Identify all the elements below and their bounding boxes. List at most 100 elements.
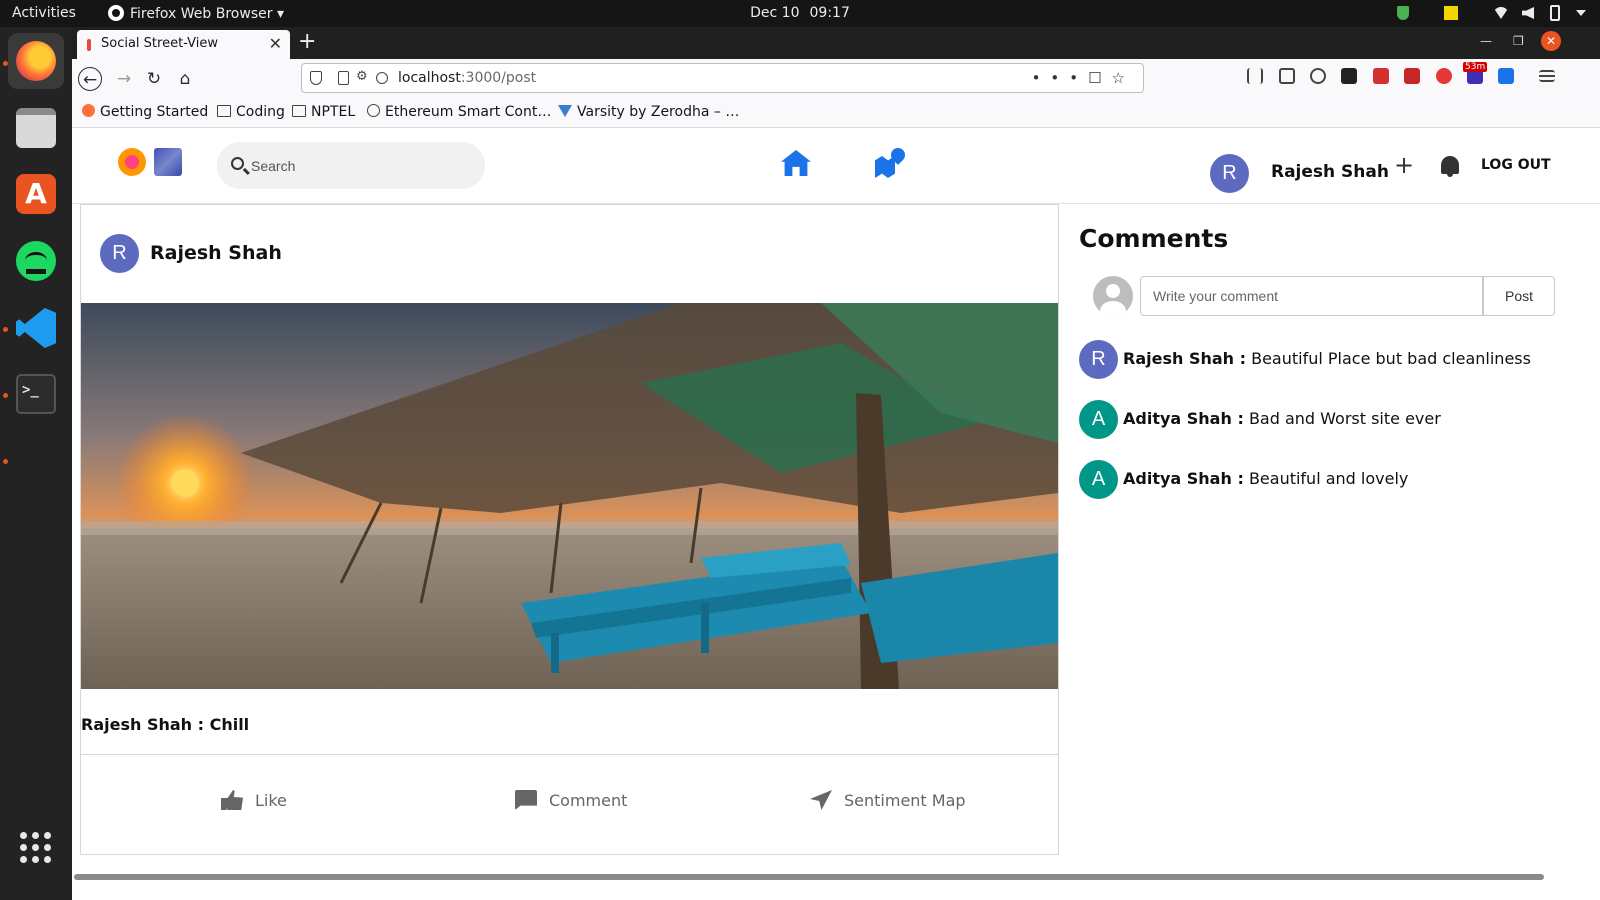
author-avatar[interactable]: R [100, 234, 139, 273]
window-maximize-icon[interactable]: ❐ [1513, 34, 1524, 48]
extension-badge: 53m [1463, 62, 1488, 72]
window-minimize-icon[interactable]: — [1480, 34, 1492, 48]
post-actions: Like Comment Sentiment Map [81, 754, 1058, 854]
bookmark-getting-started[interactable]: Getting Started [82, 104, 208, 120]
reload-icon[interactable]: ↻ [142, 67, 166, 91]
dock-files[interactable] [8, 100, 64, 156]
system-top-bar: Activities Firefox Web Browser ▾ Dec 10 0… [0, 0, 1600, 27]
volume-icon[interactable] [1522, 7, 1534, 19]
battery-icon[interactable] [1550, 5, 1560, 21]
translate-extension-icon[interactable] [1498, 68, 1514, 84]
dock-firefox[interactable] [8, 33, 64, 89]
post-caption: Rajesh Shah : Chill [81, 715, 250, 734]
window-close-icon[interactable]: ✕ [1541, 31, 1561, 51]
comment-author[interactable]: Aditya Shah : [1123, 469, 1244, 488]
bookmark-ethereum[interactable]: Ethereum Smart Cont… [367, 104, 551, 120]
page-actions[interactable]: •••☐☆ [1032, 69, 1135, 87]
sidebar-icon[interactable] [1279, 68, 1295, 84]
thumbs-up-icon [221, 790, 243, 810]
post-image [81, 303, 1058, 689]
extension-icon[interactable] [1373, 68, 1389, 84]
new-tab-icon[interactable]: + [298, 29, 316, 54]
dock-terminal[interactable]: >_ [8, 366, 64, 422]
comment-author[interactable]: Rajesh Shah : [1123, 349, 1246, 368]
system-menu-chevron-icon[interactable] [1576, 10, 1586, 16]
post-header: R Rajesh Shah [81, 205, 1058, 303]
bookmark-nptel[interactable]: NPTEL [292, 104, 355, 120]
folder-icon [217, 105, 231, 117]
running-indicator [3, 393, 8, 398]
extension-icon[interactable] [1341, 68, 1357, 84]
navigation-toolbar: ← → ↻ ⌂ ⚙ localhost:3000/post •••☐☆ 53m [72, 59, 1600, 98]
home-toolbar-icon[interactable]: ⌂ [173, 67, 197, 91]
comment-body: Beautiful Place but bad cleanliness [1251, 349, 1531, 368]
add-post-icon[interactable]: + [1394, 153, 1414, 177]
tab-close-icon[interactable]: ✕ [269, 34, 282, 53]
app-logo[interactable] [118, 148, 188, 178]
hamburger-menu-icon[interactable] [1539, 70, 1555, 82]
user-name[interactable]: Rajesh Shah [1271, 162, 1389, 182]
files-icon [16, 108, 56, 148]
sentiment-map-button[interactable]: Sentiment Map [810, 790, 966, 810]
map-icon[interactable] [875, 148, 905, 178]
bookmark-varsity[interactable]: Varsity by Zerodha – … [558, 104, 739, 120]
page-info-icon[interactable] [338, 71, 349, 85]
comment-input[interactable] [1140, 276, 1483, 316]
url-text[interactable]: localhost:3000/post [398, 70, 536, 86]
dock-spotify[interactable] [8, 233, 64, 289]
dock-vscode[interactable] [8, 300, 64, 356]
author-name[interactable]: Rajesh Shah [150, 242, 282, 264]
comment-author[interactable]: Aditya Shah : [1123, 409, 1244, 428]
tab-social-street-view[interactable]: Social Street-View ✕ [77, 30, 290, 59]
globe-icon [367, 104, 380, 117]
library-icon[interactable] [1247, 68, 1263, 84]
forward-icon[interactable]: → [112, 67, 136, 91]
back-icon[interactable]: ← [78, 67, 102, 91]
tab-strip: Social Street-View ✕ + — ❐ ✕ [72, 27, 1600, 59]
search-input[interactable] [251, 152, 471, 180]
search-box[interactable] [217, 142, 485, 189]
notes-tray-icon[interactable] [1444, 6, 1458, 20]
comment-item: A Aditya Shah : Beautiful and lovely [1079, 460, 1599, 500]
comment-author-avatar[interactable]: A [1079, 400, 1118, 439]
app-menu[interactable]: Firefox Web Browser ▾ [108, 5, 284, 22]
dock-software-store[interactable]: A [8, 166, 64, 222]
notification-bell-icon[interactable] [1441, 156, 1459, 177]
comment-button[interactable]: Comment [515, 790, 627, 810]
apps-grid-icon[interactable] [20, 832, 52, 864]
post-card: R Rajesh Shah Rajesh Shah: Chill Like C… [80, 204, 1059, 855]
url-bar[interactable]: ⚙ localhost:3000/post •••☐☆ [301, 63, 1144, 93]
tracking-protection-icon[interactable] [310, 71, 322, 85]
clock[interactable]: Dec 10 09:17 [750, 5, 850, 21]
folder-icon [292, 105, 306, 117]
comment-author-avatar[interactable]: R [1079, 340, 1118, 379]
logo-mark-icon [118, 148, 146, 176]
beach-sunset-photo [81, 303, 1058, 689]
bookmark-coding[interactable]: Coding [217, 104, 285, 120]
connection-icon[interactable] [376, 72, 388, 84]
comment-item: R Rajesh Shah : Beautiful Place but bad … [1079, 340, 1599, 380]
home-icon[interactable] [781, 150, 811, 176]
extension-icon[interactable] [1404, 68, 1420, 84]
screenshot-extension-icon[interactable] [1436, 68, 1452, 84]
shield-tray-icon[interactable] [1397, 6, 1409, 20]
activities-button[interactable]: Activities [12, 5, 76, 21]
horizontal-scrollbar[interactable] [74, 874, 1544, 880]
logo-map-icon [154, 148, 182, 176]
url-path: :3000/post [460, 70, 537, 86]
post-comment-button[interactable]: Post [1483, 276, 1555, 316]
like-button[interactable]: Like [221, 790, 287, 810]
like-label: Like [255, 791, 287, 810]
default-avatar-icon [1093, 276, 1133, 316]
comment-author-avatar[interactable]: A [1079, 460, 1118, 499]
permissions-icon[interactable]: ⚙ [356, 69, 368, 84]
comment-icon [515, 790, 537, 810]
wifi-icon[interactable] [1493, 7, 1509, 19]
avatar[interactable]: R [1210, 154, 1249, 193]
account-icon[interactable] [1310, 68, 1326, 84]
running-indicator [3, 327, 8, 332]
comments-title: Comments [1079, 224, 1229, 253]
logout-button[interactable]: LOG OUT [1481, 157, 1551, 173]
tab-favicon-icon [87, 39, 91, 51]
app-header: R Rajesh Shah + LOG OUT [72, 128, 1600, 204]
